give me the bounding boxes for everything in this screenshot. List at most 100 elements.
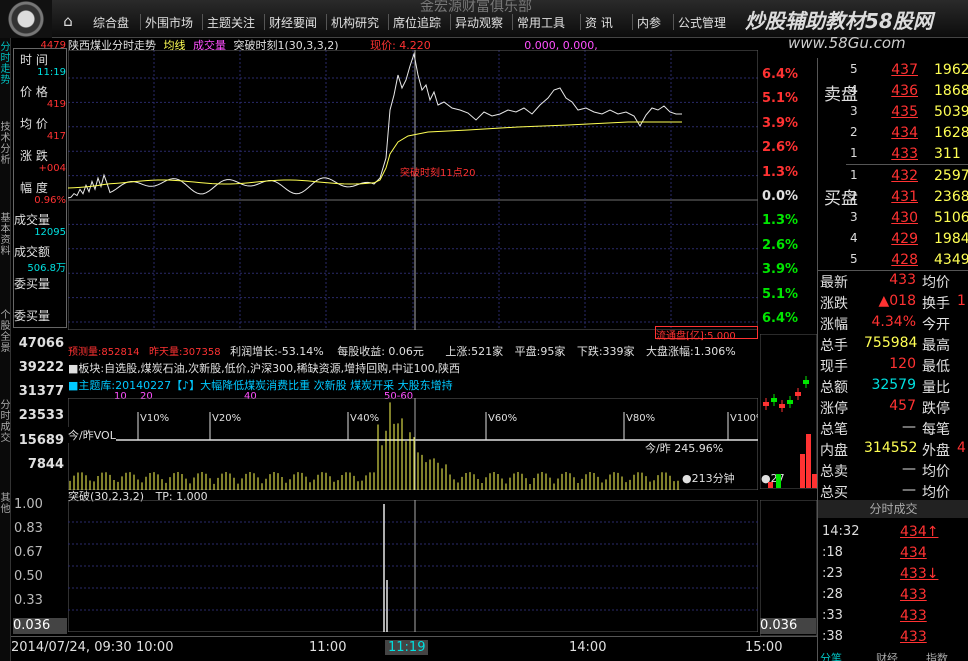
- ask-row[interactable]: 3 435 5039: [818, 104, 968, 125]
- tab-overview[interactable]: 个股全景: [0, 310, 11, 354]
- amount-value: 506.8万: [27, 263, 66, 274]
- mini-frame-2: [760, 500, 817, 636]
- indicator-chart[interactable]: [68, 500, 758, 632]
- quote-label-2: 最低: [922, 359, 950, 375]
- ask-row[interactable]: 4 436 1868: [818, 83, 968, 104]
- market-change: 大盘涨幅:1.306%: [646, 345, 736, 358]
- tick-price: 434↑: [900, 524, 939, 540]
- quote-label-2: 今开: [922, 317, 950, 333]
- bid-price: 429: [891, 231, 918, 247]
- bid-row[interactable]: 2 431 2368: [818, 189, 968, 210]
- ticks-title[interactable]: 分时成交: [818, 500, 968, 518]
- ask-row[interactable]: 5 437 1962: [818, 62, 968, 83]
- quote-label: 涨跌: [820, 296, 848, 312]
- theme-line[interactable]: ■主题库:20140227【♪】大幅降低煤炭消费比重 次新股 煤炭开采 大股东增…: [68, 377, 758, 392]
- volume-marker-label: V100%: [730, 413, 758, 424]
- quote-value: 32579: [871, 377, 916, 393]
- intraday-price-chart[interactable]: [68, 50, 758, 330]
- volume-marker-label: V40%: [350, 413, 379, 424]
- menu-item-8[interactable]: 资 讯: [585, 14, 613, 32]
- ask-row[interactable]: 2 434 1628: [818, 125, 968, 146]
- quote-label: 现手: [820, 359, 848, 375]
- quote-label-2: 均价: [922, 275, 950, 291]
- quote-row: 总额 32579 量比: [818, 377, 968, 398]
- indicator-axis-tick: 1.00: [14, 497, 43, 512]
- bid-volume-label: 委买量: [14, 277, 51, 291]
- menu-item-4[interactable]: 机构研究: [331, 14, 379, 32]
- bid-level: 5: [850, 252, 858, 266]
- bid-row[interactable]: 3 430 5106: [818, 210, 968, 231]
- tick-price: 433: [900, 587, 927, 603]
- ask-price: 433: [891, 146, 918, 162]
- quote-label-2: 换手: [922, 296, 950, 312]
- quote-label-2: 外盘: [922, 443, 950, 459]
- time-value: 11:19: [37, 67, 66, 78]
- tick-row[interactable]: :33 433: [818, 608, 968, 629]
- percent-tick: 2.6%: [762, 140, 799, 156]
- bid-price: 430: [891, 210, 918, 226]
- home-icon[interactable]: ⌂: [55, 12, 81, 30]
- menu-separator: [388, 14, 389, 30]
- tab-intraday[interactable]: 分时走势: [0, 42, 11, 86]
- quote-label: 总卖: [820, 464, 848, 480]
- menu-item-5[interactable]: 席位追踪: [393, 14, 441, 32]
- ratio-right: 今/昨 245.96%: [645, 442, 724, 455]
- tab-finance[interactable]: 财经: [876, 650, 898, 661]
- tick-row[interactable]: :38 433: [818, 629, 968, 650]
- ask-volume: 1962: [934, 62, 968, 78]
- mini-candle: [795, 392, 801, 396]
- percent-tick: 1.3%: [762, 164, 799, 180]
- mini-volume-bar: [768, 482, 773, 488]
- indicator-axis-tick: 0.50: [14, 569, 43, 584]
- menu-item-6[interactable]: 异动观察: [455, 14, 503, 32]
- bid-volume: 2597: [934, 168, 968, 184]
- percent-tick: 6.4%: [762, 67, 799, 82]
- tick-row[interactable]: :18 434: [818, 545, 968, 566]
- menu-item-10[interactable]: 公式管理: [678, 14, 726, 32]
- quote-value: 120: [889, 356, 916, 372]
- ask-volume: 1868: [934, 83, 968, 99]
- tick-row[interactable]: :28 433: [818, 587, 968, 608]
- quote-value: 457: [889, 398, 916, 414]
- tab-technical[interactable]: 技术分析: [0, 122, 11, 166]
- quote-label: 总买: [820, 485, 848, 501]
- volume-value: 12095: [34, 227, 66, 238]
- time-1400: 14:00: [569, 640, 607, 655]
- menu-item-2[interactable]: 主题关注: [207, 14, 255, 32]
- change-label: 涨 跌: [20, 149, 48, 163]
- ask-volume: 311: [934, 146, 961, 162]
- tick-price: 433↓: [900, 566, 939, 582]
- menu-item-1[interactable]: 外围市场: [145, 14, 193, 32]
- sector-line[interactable]: ■板块:自选股,煤炭石油,次新股,低价,沪深300,稀缺资源,增持回购,中证10…: [68, 360, 758, 375]
- volume-marker-label: V20%: [212, 413, 241, 424]
- percent-tick: 5.1%: [762, 91, 799, 107]
- menu-item-0[interactable]: 综合盘: [93, 14, 129, 32]
- tick-row[interactable]: 14:32 434↑: [818, 524, 968, 545]
- percent-tick: 6.4%: [762, 311, 799, 326]
- quote-row: 总笔 — 每笔: [818, 419, 968, 440]
- tab-index[interactable]: 指数: [926, 650, 948, 661]
- app-logo-icon[interactable]: [0, 0, 52, 38]
- quote-label-2: 量比: [922, 380, 950, 396]
- tab-ticks[interactable]: 分时成交: [0, 400, 11, 444]
- tab-fundamentals[interactable]: 基本资料: [0, 213, 11, 257]
- watermark-url: www.58Gu.com: [788, 34, 906, 52]
- menu-item-7[interactable]: 常用工具: [517, 14, 565, 32]
- quote-value: 433: [889, 272, 916, 288]
- ask-volume: 1628: [934, 125, 968, 141]
- tick-row[interactable]: :23 433↓: [818, 566, 968, 587]
- tab-other[interactable]: 其他: [0, 493, 11, 515]
- menu-separator: [450, 14, 451, 30]
- menu-item-9[interactable]: 内参: [637, 14, 661, 32]
- quote-value-2: 1: [957, 293, 966, 309]
- tab-ticks-bottom[interactable]: 分笔: [820, 650, 842, 661]
- bid-row[interactable]: 1 432 2597: [818, 168, 968, 189]
- bid-volume: 4349: [934, 252, 968, 268]
- menu-item-3[interactable]: 财经要闻: [269, 14, 317, 32]
- stock-info-strip: 预测量:852814 昨天量:307358 利润增长:-53.14% 每股收益:…: [68, 343, 758, 402]
- menu-separator: [202, 14, 203, 30]
- bid-row[interactable]: 4 429 1984: [818, 231, 968, 252]
- tick-price: 433: [900, 629, 927, 645]
- forecast-volume: 预测量:852814: [68, 347, 140, 358]
- unchanged: 平盘:95家: [514, 345, 566, 358]
